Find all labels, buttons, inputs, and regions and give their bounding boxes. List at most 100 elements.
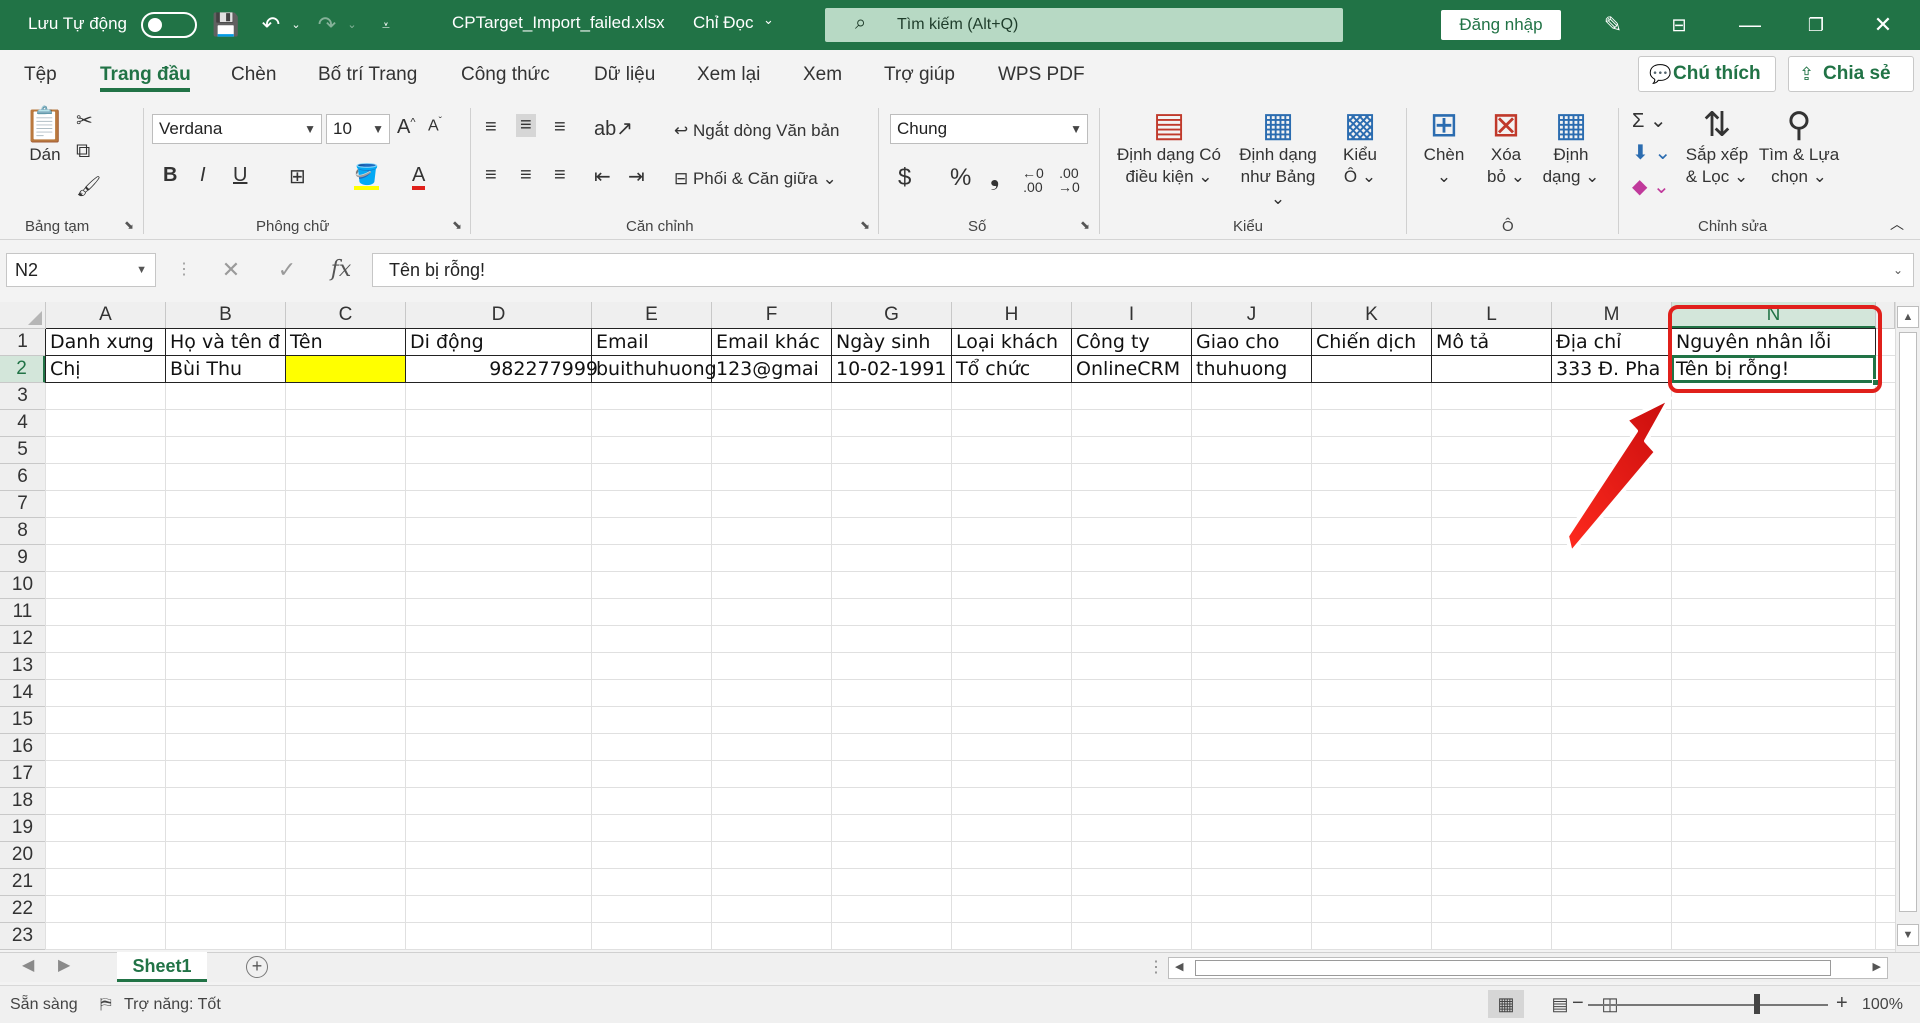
collapse-ribbon-icon[interactable]: ︿ xyxy=(1890,214,1904,234)
undo-icon[interactable]: ↶ xyxy=(256,0,286,50)
tab-view[interactable]: Xem xyxy=(803,64,842,86)
prev-sheet-icon[interactable]: ◀ xyxy=(22,955,34,975)
format-painter-icon[interactable]: 🖌 xyxy=(76,174,101,199)
column-header-l[interactable]: L xyxy=(1432,302,1552,329)
tab-wps-pdf[interactable]: WPS PDF xyxy=(998,64,1085,86)
percent-button[interactable]: % xyxy=(950,164,971,192)
row-header-14[interactable]: 14 xyxy=(0,680,46,707)
italic-button[interactable]: I xyxy=(200,164,206,187)
font-color-icon[interactable]: A xyxy=(412,164,426,190)
autosave-toggle[interactable] xyxy=(141,12,197,38)
zoom-out-icon[interactable]: − xyxy=(1572,992,1584,1015)
column-header-a[interactable]: A xyxy=(46,302,166,329)
align-center-icon[interactable]: ≡ xyxy=(520,164,532,187)
tab-review[interactable]: Xem lại xyxy=(697,64,760,86)
cell-d1[interactable]: Di động xyxy=(406,329,602,355)
cell-i1[interactable]: Công ty xyxy=(1072,329,1202,355)
accessibility-status[interactable]: Trợ năng: Tốt xyxy=(124,996,221,1014)
cut-icon[interactable]: ✂ xyxy=(76,108,93,133)
copy-icon[interactable]: ⧉ xyxy=(76,140,90,163)
row-header-3[interactable]: 3 xyxy=(0,383,46,410)
row-header-13[interactable]: 13 xyxy=(0,653,46,680)
bold-button[interactable]: B xyxy=(163,164,177,187)
format-as-table-button[interactable]: ▦ Định dạng như Bảng ⌄ xyxy=(1232,106,1324,210)
confirm-entry-icon[interactable]: ✓ xyxy=(272,253,302,287)
read-only-mode[interactable]: Chỉ Đọc xyxy=(693,13,753,33)
cell-m2[interactable]: 333 Đ. Pha xyxy=(1552,356,1682,382)
row-header-6[interactable]: 6 xyxy=(0,464,46,491)
cell-f2[interactable]: 123@gmai xyxy=(712,356,842,382)
zoom-level[interactable]: 100% xyxy=(1862,996,1903,1014)
tab-data[interactable]: Dữ liệu xyxy=(594,64,655,86)
column-header-e[interactable]: E xyxy=(592,302,712,329)
column-header-f[interactable]: F xyxy=(712,302,832,329)
cell-i2[interactable]: OnlineCRM xyxy=(1072,356,1202,382)
tab-insert[interactable]: Chèn xyxy=(231,64,276,86)
clipboard-launcher-icon[interactable]: ⬊ xyxy=(124,218,134,232)
clear-icon[interactable]: ◆ ⌄ xyxy=(1632,174,1670,199)
minimize-icon[interactable]: — xyxy=(1733,0,1767,50)
paste-button[interactable]: 📋 Dán xyxy=(18,106,72,166)
cell-a1[interactable]: Danh xưng xyxy=(46,329,176,355)
row-header-7[interactable]: 7 xyxy=(0,491,46,518)
column-header-d[interactable]: D xyxy=(406,302,592,329)
cell-h2[interactable]: Tổ chức xyxy=(952,356,1082,382)
redo-icon[interactable]: ↷ xyxy=(312,0,342,50)
number-launcher-icon[interactable]: ⬊ xyxy=(1080,218,1090,232)
shrink-font-icon[interactable]: Aˇ xyxy=(428,116,442,135)
scroll-left-icon[interactable]: ◀ xyxy=(1175,960,1183,973)
share-button[interactable]: ⇪ Chia sẻ xyxy=(1788,56,1914,92)
cell-k1[interactable]: Chiến dịch xyxy=(1312,329,1442,355)
tab-formulas[interactable]: Công thức xyxy=(461,64,550,86)
cell-styles-button[interactable]: ▩ Kiểu Ô ⌄ xyxy=(1330,106,1390,188)
cancel-entry-icon[interactable]: ✕ xyxy=(216,253,246,287)
tab-home[interactable]: Trang đầu xyxy=(100,64,191,86)
pen-icon[interactable]: ✎ xyxy=(1596,0,1630,50)
decrease-indent-icon[interactable]: ⇤ xyxy=(594,164,611,189)
align-middle-icon[interactable]: ≡ xyxy=(516,114,536,137)
insert-cells-button[interactable]: ⊞ Chèn ⌄ xyxy=(1414,106,1474,188)
align-bottom-icon[interactable]: ≡ xyxy=(554,116,566,139)
autosum-icon[interactable]: Σ ⌄ xyxy=(1632,108,1667,133)
add-sheet-icon[interactable]: + xyxy=(246,956,268,978)
row-header-21[interactable]: 21 xyxy=(0,869,46,896)
fill-icon[interactable]: ⬇ ⌄ xyxy=(1632,140,1671,165)
row-header-18[interactable]: 18 xyxy=(0,788,46,815)
column-header-h[interactable]: H xyxy=(952,302,1072,329)
decrease-decimal-icon[interactable]: .00 →0 xyxy=(1058,166,1080,194)
sign-in-button[interactable]: Đăng nhập xyxy=(1441,10,1561,40)
ribbon-display-icon[interactable]: ⊟ xyxy=(1662,0,1696,50)
comments-button[interactable]: 💬 Chú thích xyxy=(1638,56,1776,92)
close-icon[interactable]: ✕ xyxy=(1866,0,1900,50)
comma-style-button[interactable]: ❟ xyxy=(990,164,999,192)
tab-page-layout[interactable]: Bố trí Trang xyxy=(318,64,417,86)
merge-center-button[interactable]: ⊟ Phối & Căn giữa ⌄ xyxy=(674,168,837,190)
borders-icon[interactable]: ⊞ xyxy=(289,164,306,189)
row-header-15[interactable]: 15 xyxy=(0,707,46,734)
row-header-11[interactable]: 11 xyxy=(0,599,46,626)
horizontal-scrollbar[interactable]: ◀ ▶ xyxy=(1168,957,1888,979)
search-box[interactable]: ⌕ Tìm kiếm (Alt+Q) xyxy=(825,8,1343,42)
grow-font-icon[interactable]: A^ xyxy=(397,116,416,139)
restore-icon[interactable]: ❐ xyxy=(1799,0,1833,50)
accessibility-icon[interactable]: ⛿ xyxy=(100,996,112,1014)
empty-required-cell-c2[interactable] xyxy=(286,356,405,382)
delete-cells-button[interactable]: ⊠ Xóa bỏ ⌄ xyxy=(1478,106,1534,188)
scroll-down-icon[interactable]: ▼ xyxy=(1897,924,1919,946)
row-header-20[interactable]: 20 xyxy=(0,842,46,869)
select-all-corner[interactable] xyxy=(0,302,46,329)
cell-g1[interactable]: Ngày sinh xyxy=(832,329,962,355)
customize-toolbar-icon[interactable]: ⩡ xyxy=(374,0,398,50)
insert-function-button[interactable]: fx xyxy=(326,253,356,287)
spreadsheet-grid[interactable]: A B C D E F G H I J K L M N 1 2 3 4 5 6 7 8 9 10 11 12 13 14 15 16 17 1… xyxy=(0,302,1895,950)
row-header-23[interactable]: 23 xyxy=(0,923,46,950)
row-header-10[interactable]: 10 xyxy=(0,572,46,599)
vertical-scroll-thumb[interactable] xyxy=(1899,332,1917,912)
cell-e2[interactable]: buithuhuong xyxy=(592,356,722,382)
conditional-formatting-button[interactable]: ▤ Định dạng Có điều kiện ⌄ xyxy=(1110,106,1228,188)
sheet-tab-sheet1[interactable]: Sheet1 xyxy=(117,952,207,982)
tab-file[interactable]: Tệp xyxy=(24,64,57,86)
zoom-in-icon[interactable]: + xyxy=(1836,992,1848,1015)
save-icon[interactable]: 💾 xyxy=(211,0,241,50)
align-left-icon[interactable]: ≡ xyxy=(485,164,497,187)
